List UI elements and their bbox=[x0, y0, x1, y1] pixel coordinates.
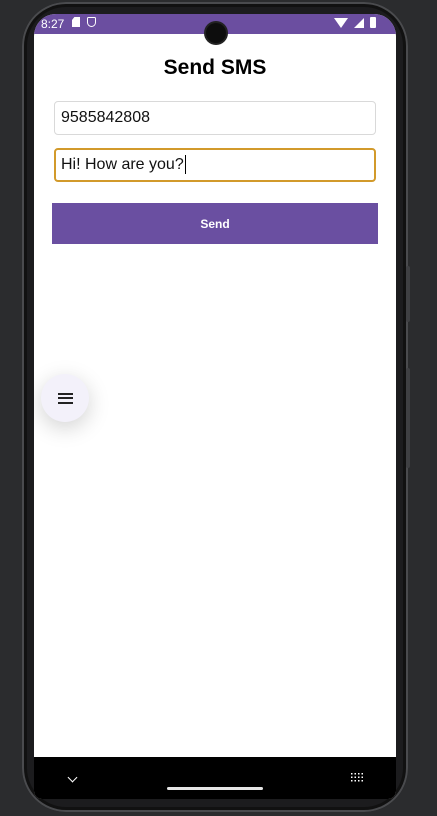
chevron-down-icon[interactable] bbox=[67, 772, 78, 783]
keyboard-icon[interactable] bbox=[350, 772, 364, 782]
page-title: Send SMS bbox=[163, 56, 267, 79]
volume-button bbox=[406, 368, 410, 468]
sd-card-icon bbox=[72, 17, 80, 27]
status-right-icons bbox=[334, 17, 376, 28]
menu-icon bbox=[57, 392, 73, 404]
status-time: 8:27 bbox=[41, 17, 65, 31]
message-value: Hi! How are you? bbox=[61, 156, 184, 173]
send-button[interactable]: Send bbox=[52, 203, 378, 244]
phone-number-input[interactable]: 9585842808 bbox=[54, 101, 376, 135]
menu-fab[interactable] bbox=[41, 374, 89, 422]
phone-number-value: 9585842808 bbox=[61, 109, 150, 126]
front-camera bbox=[206, 23, 226, 43]
battery-icon bbox=[370, 17, 376, 28]
text-cursor bbox=[184, 155, 187, 175]
navigation-bar bbox=[34, 757, 396, 799]
status-bar: 8:27 bbox=[34, 14, 396, 43]
home-handle[interactable] bbox=[167, 787, 263, 790]
signal-icon bbox=[354, 17, 364, 28]
status-left-icons bbox=[72, 17, 96, 27]
app-screen: 8:27 Send SMS 9585842808 Hi! How are you… bbox=[34, 14, 396, 799]
power-button bbox=[406, 266, 410, 322]
message-input[interactable]: Hi! How are you? bbox=[54, 148, 376, 182]
shield-icon bbox=[87, 17, 96, 27]
wifi-icon bbox=[334, 17, 348, 28]
